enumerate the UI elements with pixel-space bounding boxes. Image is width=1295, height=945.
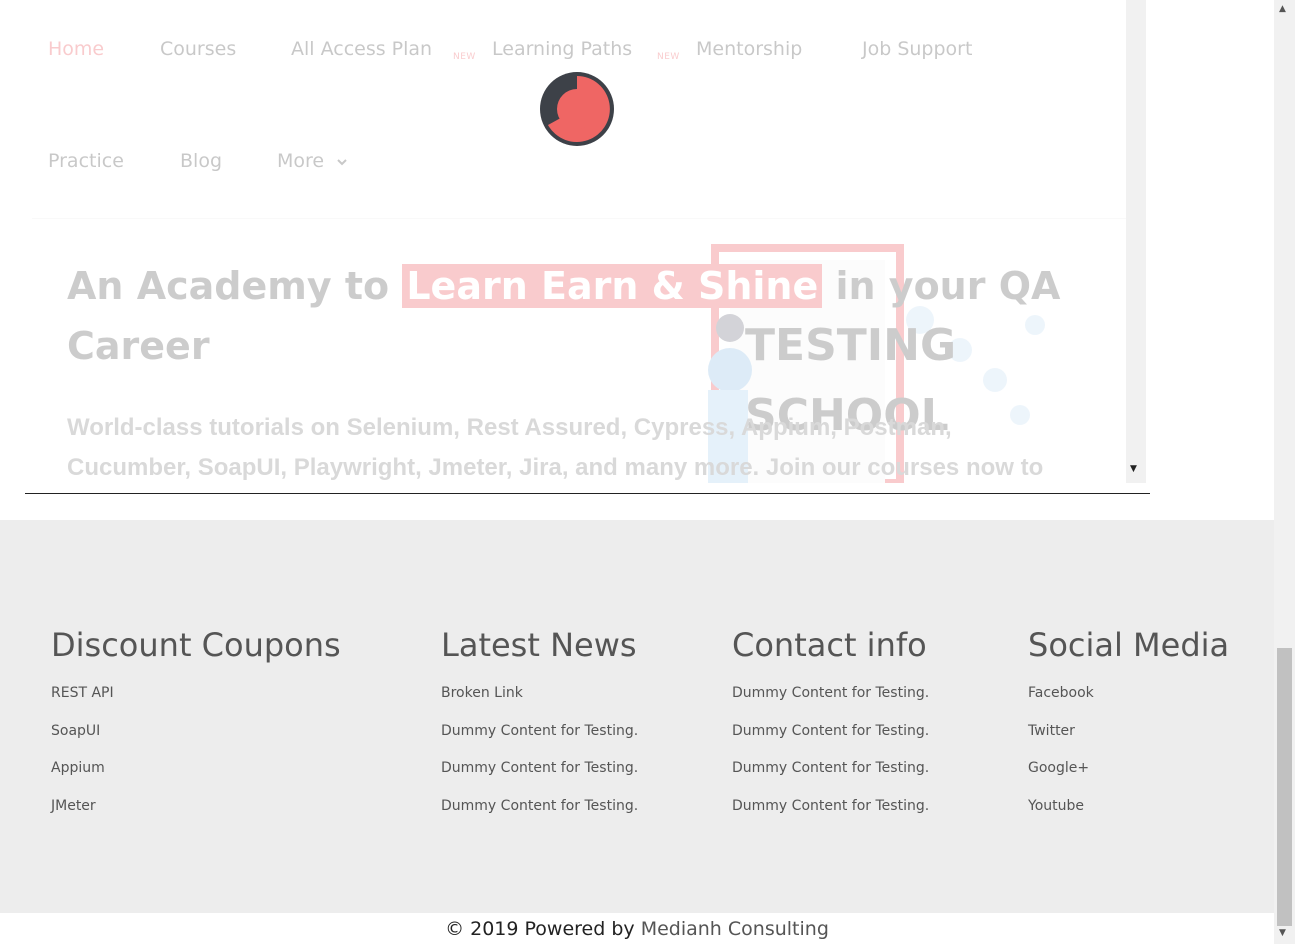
footer: Discount Coupons REST API SoapUI Appium … bbox=[0, 520, 1274, 913]
hero-title-highlight: Learn Earn & Shine bbox=[402, 264, 823, 308]
footer-link-dummy[interactable]: Dummy Content for Testing. bbox=[441, 760, 638, 776]
footer-link-jmeter[interactable]: JMeter bbox=[51, 798, 96, 814]
nav-practice[interactable]: Practice bbox=[48, 150, 124, 172]
footer-link-youtube[interactable]: Youtube bbox=[1028, 798, 1084, 814]
footer-link-dummy[interactable]: Dummy Content for Testing. bbox=[441, 723, 638, 739]
footer-link-soapui[interactable]: SoapUI bbox=[51, 723, 100, 739]
chevron-down-icon bbox=[337, 158, 347, 165]
scroll-down-arrow-icon[interactable]: ▼ bbox=[1130, 464, 1137, 474]
footer-link-dummy[interactable]: Dummy Content for Testing. bbox=[732, 798, 929, 814]
hero-subtitle: World-class tutorials on Selenium, Rest … bbox=[67, 414, 1044, 481]
footer-link-twitter[interactable]: Twitter bbox=[1028, 723, 1075, 739]
footer-link-dummy[interactable]: Dummy Content for Testing. bbox=[441, 798, 638, 814]
footer-column-title: Contact info bbox=[732, 626, 927, 664]
nav-divider bbox=[32, 218, 1126, 219]
embedded-iframe[interactable]: Home Courses All Access Plan NEW Learnin… bbox=[0, 0, 1146, 483]
scroll-down-arrow-icon[interactable]: ▼ bbox=[1279, 928, 1286, 938]
copyright-text: © 2019 Powered by bbox=[445, 918, 641, 940]
hero-title-start: An Academy to bbox=[67, 264, 403, 308]
nav-courses[interactable]: Courses bbox=[160, 38, 236, 60]
footer-link-google-plus[interactable]: Google+ bbox=[1028, 760, 1089, 776]
nav-mentorship[interactable]: Mentorship bbox=[696, 38, 802, 60]
new-badge: NEW bbox=[657, 52, 680, 62]
footer-link-rest-api[interactable]: REST API bbox=[51, 685, 114, 701]
footer-column-title: Discount Coupons bbox=[51, 626, 341, 664]
nav-job-support[interactable]: Job Support bbox=[862, 38, 972, 60]
scroll-up-arrow-icon[interactable]: ▲ bbox=[1279, 4, 1286, 14]
hero-title: An Academy to Learn Earn & Shine in your… bbox=[67, 256, 1067, 376]
nav-blog[interactable]: Blog bbox=[180, 150, 222, 172]
footer-link-appium[interactable]: Appium bbox=[51, 760, 105, 776]
nav-learning-paths[interactable]: Learning Paths bbox=[492, 38, 632, 60]
nav-all-access-plan[interactable]: All Access Plan bbox=[291, 38, 432, 60]
new-badge: NEW bbox=[453, 52, 476, 62]
nav-more[interactable]: More bbox=[277, 150, 348, 172]
footer-link-facebook[interactable]: Facebook bbox=[1028, 685, 1094, 701]
footer-link-broken-link[interactable]: Broken Link bbox=[441, 685, 523, 701]
footer-column-title: Latest News bbox=[441, 626, 637, 664]
loading-spinner-icon bbox=[540, 72, 614, 146]
footer-link-dummy[interactable]: Dummy Content for Testing. bbox=[732, 723, 929, 739]
footer-column-title: Social Media bbox=[1028, 626, 1230, 664]
iframe-border bbox=[25, 493, 1150, 494]
iframe-scrollbar[interactable] bbox=[1126, 0, 1146, 483]
footer-link-dummy[interactable]: Dummy Content for Testing. bbox=[732, 685, 929, 701]
nav-more-label: More bbox=[277, 150, 325, 172]
copyright-brand-link[interactable]: Medianh Consulting bbox=[641, 918, 829, 940]
page-scrollbar-thumb[interactable] bbox=[1277, 648, 1292, 926]
nav-home[interactable]: Home bbox=[48, 38, 104, 60]
copyright-bar: © 2019 Powered by Medianh Consulting bbox=[0, 913, 1274, 944]
footer-link-dummy[interactable]: Dummy Content for Testing. bbox=[732, 760, 929, 776]
